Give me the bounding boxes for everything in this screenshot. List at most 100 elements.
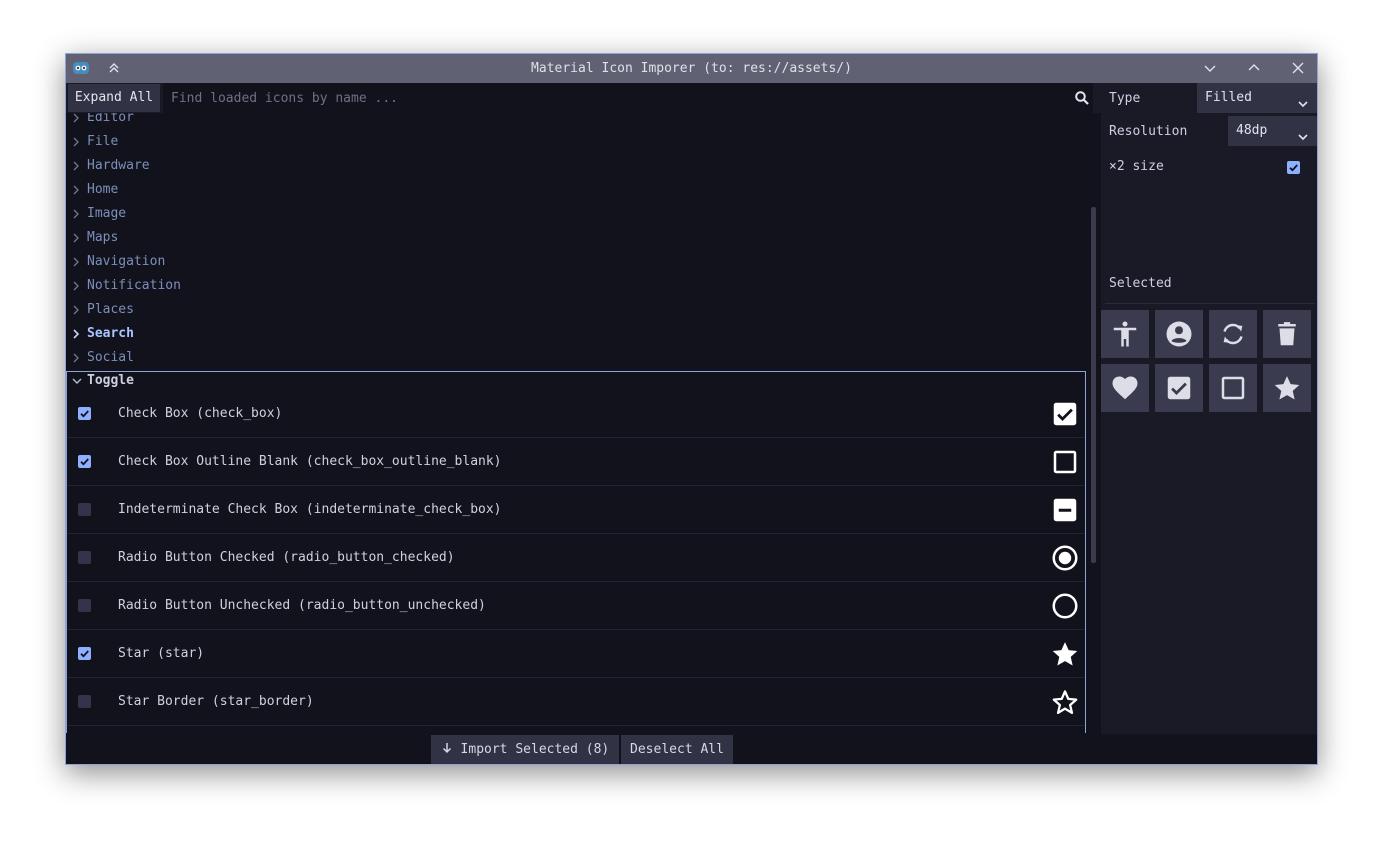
check-box-icon <box>1167 376 1191 400</box>
import-selected-label: Import Selected (8) <box>460 742 610 757</box>
icon-row-star[interactable]: Star (star) <box>67 630 1085 678</box>
type-value: Filled <box>1205 90 1252 105</box>
icon-search-input[interactable] <box>163 83 1093 113</box>
icon-name: Star Border (star_border) <box>118 694 314 709</box>
category-home[interactable]: Home <box>66 179 1086 203</box>
deselect-all-button[interactable]: Deselect All <box>621 735 733 764</box>
icon-row-check-box-outline-blank[interactable]: Check Box Outline Blank (check_box_outli… <box>67 438 1085 486</box>
double-size-checkbox[interactable] <box>1287 161 1300 174</box>
category-label: Notification <box>87 278 181 293</box>
check-box-outline-blank-icon <box>1053 450 1077 474</box>
row-checkbox[interactable] <box>78 407 91 420</box>
selected-tile-sync[interactable] <box>1209 310 1257 358</box>
row-checkbox[interactable] <box>78 695 91 708</box>
category-navigation[interactable]: Navigation <box>66 251 1086 275</box>
category-label: Home <box>87 182 119 197</box>
category-label: Places <box>87 302 134 317</box>
chevron-right-icon <box>71 184 81 200</box>
chevron-down-icon <box>71 375 83 390</box>
selected-tile-accessibility[interactable] <box>1101 310 1149 358</box>
selected-tile-check-box-outline-blank[interactable] <box>1209 364 1257 412</box>
chevron-right-icon <box>71 136 81 152</box>
category-label: Image <box>87 206 127 221</box>
search-icon[interactable] <box>1074 90 1090 110</box>
category-label: Editor <box>87 113 134 125</box>
selected-heading: Selected <box>1109 276 1172 291</box>
chevron-right-icon <box>71 280 81 296</box>
category-editor[interactable]: Editor <box>66 113 1086 131</box>
chevron-right-icon <box>71 113 81 128</box>
radio-button-checked-icon <box>1052 545 1078 571</box>
icon-row-check-box[interactable]: Check Box (check_box) <box>67 390 1085 438</box>
chevron-right-icon <box>71 304 81 320</box>
delete-icon <box>1278 322 1296 346</box>
icon-name: Check Box Outline Blank (check_box_outli… <box>118 454 502 469</box>
category-social[interactable]: Social <box>66 347 1086 371</box>
row-checkbox[interactable] <box>78 455 91 468</box>
chevron-right-icon <box>71 208 81 224</box>
category-toggle[interactable]: Toggle <box>67 372 1085 392</box>
icon-name: Indeterminate Check Box (indeterminate_c… <box>118 502 502 517</box>
favorite-icon <box>1112 376 1138 400</box>
import-selected-button[interactable]: Import Selected (8) <box>431 735 619 764</box>
row-checkbox[interactable] <box>78 599 91 612</box>
icon-name: Radio Button Unchecked (radio_button_unc… <box>118 598 486 613</box>
type-label: Type <box>1109 91 1141 106</box>
resolution-label: Resolution <box>1109 124 1188 139</box>
icon-name: Check Box (check_box) <box>118 406 283 421</box>
maximize-button[interactable] <box>1244 58 1264 78</box>
radio-button-unchecked-icon <box>1052 593 1078 619</box>
chevron-right-icon <box>71 352 81 368</box>
star-border-icon <box>1052 690 1078 714</box>
search-toolbar: Expand All <box>66 83 1101 113</box>
category-search[interactable]: Search <box>66 323 1086 347</box>
accessibility-icon <box>1113 321 1137 347</box>
row-checkbox[interactable] <box>78 503 91 516</box>
selected-tile-star[interactable] <box>1263 364 1311 412</box>
selected-tile-favorite[interactable] <box>1101 364 1149 412</box>
category-notification[interactable]: Notification <box>66 275 1086 299</box>
icon-row-radio-button-checked[interactable]: Radio Button Checked (radio_button_check… <box>67 534 1085 582</box>
check-box-icon <box>1053 402 1077 426</box>
selected-divider <box>1105 303 1315 304</box>
selected-tile-account-circle[interactable] <box>1155 310 1203 358</box>
settings-panel: Type Filled Resolution 48dp ×2 size Sele… <box>1101 83 1317 734</box>
tree-scrollbar[interactable] <box>1091 207 1096 563</box>
icon-row-star-border[interactable]: Star Border (star_border) <box>67 678 1085 726</box>
minimize-button[interactable] <box>1200 58 1220 78</box>
icon-row-indeterminate-check-box[interactable]: Indeterminate Check Box (indeterminate_c… <box>67 486 1085 534</box>
close-button[interactable] <box>1288 58 1308 78</box>
sync-icon <box>1223 323 1243 345</box>
type-select[interactable]: Filled <box>1197 83 1317 113</box>
row-checkbox[interactable] <box>78 551 91 564</box>
category-image[interactable]: Image <box>66 203 1086 227</box>
category-maps[interactable]: Maps <box>66 227 1086 251</box>
check-box-outline-blank-icon <box>1221 376 1245 400</box>
category-label: Navigation <box>87 254 166 269</box>
selected-tile-delete[interactable] <box>1263 310 1311 358</box>
arrow-down-icon <box>442 743 451 754</box>
category-places[interactable]: Places <box>66 299 1086 323</box>
row-checkbox[interactable] <box>78 647 91 660</box>
importer-window: Material Icon Imporer (to: res://assets/… <box>65 53 1318 765</box>
chevron-right-icon <box>71 232 81 248</box>
icon-name: Radio Button Checked (radio_button_check… <box>118 550 455 565</box>
icon-row-radio-button-unchecked[interactable]: Radio Button Unchecked (radio_button_unc… <box>67 582 1085 630</box>
resolution-select[interactable]: 48dp <box>1228 116 1317 146</box>
category-hardware[interactable]: Hardware <box>66 155 1086 179</box>
chevron-right-icon <box>71 256 81 272</box>
category-label: Search <box>87 326 134 341</box>
double-size-label: ×2 size <box>1109 159 1164 174</box>
resolution-value: 48dp <box>1236 123 1268 138</box>
category-file[interactable]: File <box>66 131 1086 155</box>
chevron-right-icon <box>71 328 81 344</box>
star-icon <box>1274 376 1300 400</box>
account-circle-icon <box>1166 321 1192 347</box>
category-toggle-group: Toggle Check Box (check_box) Check Box O… <box>66 371 1086 733</box>
selected-tile-check-box[interactable] <box>1155 364 1203 412</box>
indeterminate-check-box-icon <box>1053 498 1077 522</box>
chevron-right-icon <box>71 160 81 176</box>
category-label: File <box>87 134 119 149</box>
expand-all-button[interactable]: Expand All <box>68 84 160 112</box>
title-bar: Material Icon Imporer (to: res://assets/… <box>66 54 1317 83</box>
